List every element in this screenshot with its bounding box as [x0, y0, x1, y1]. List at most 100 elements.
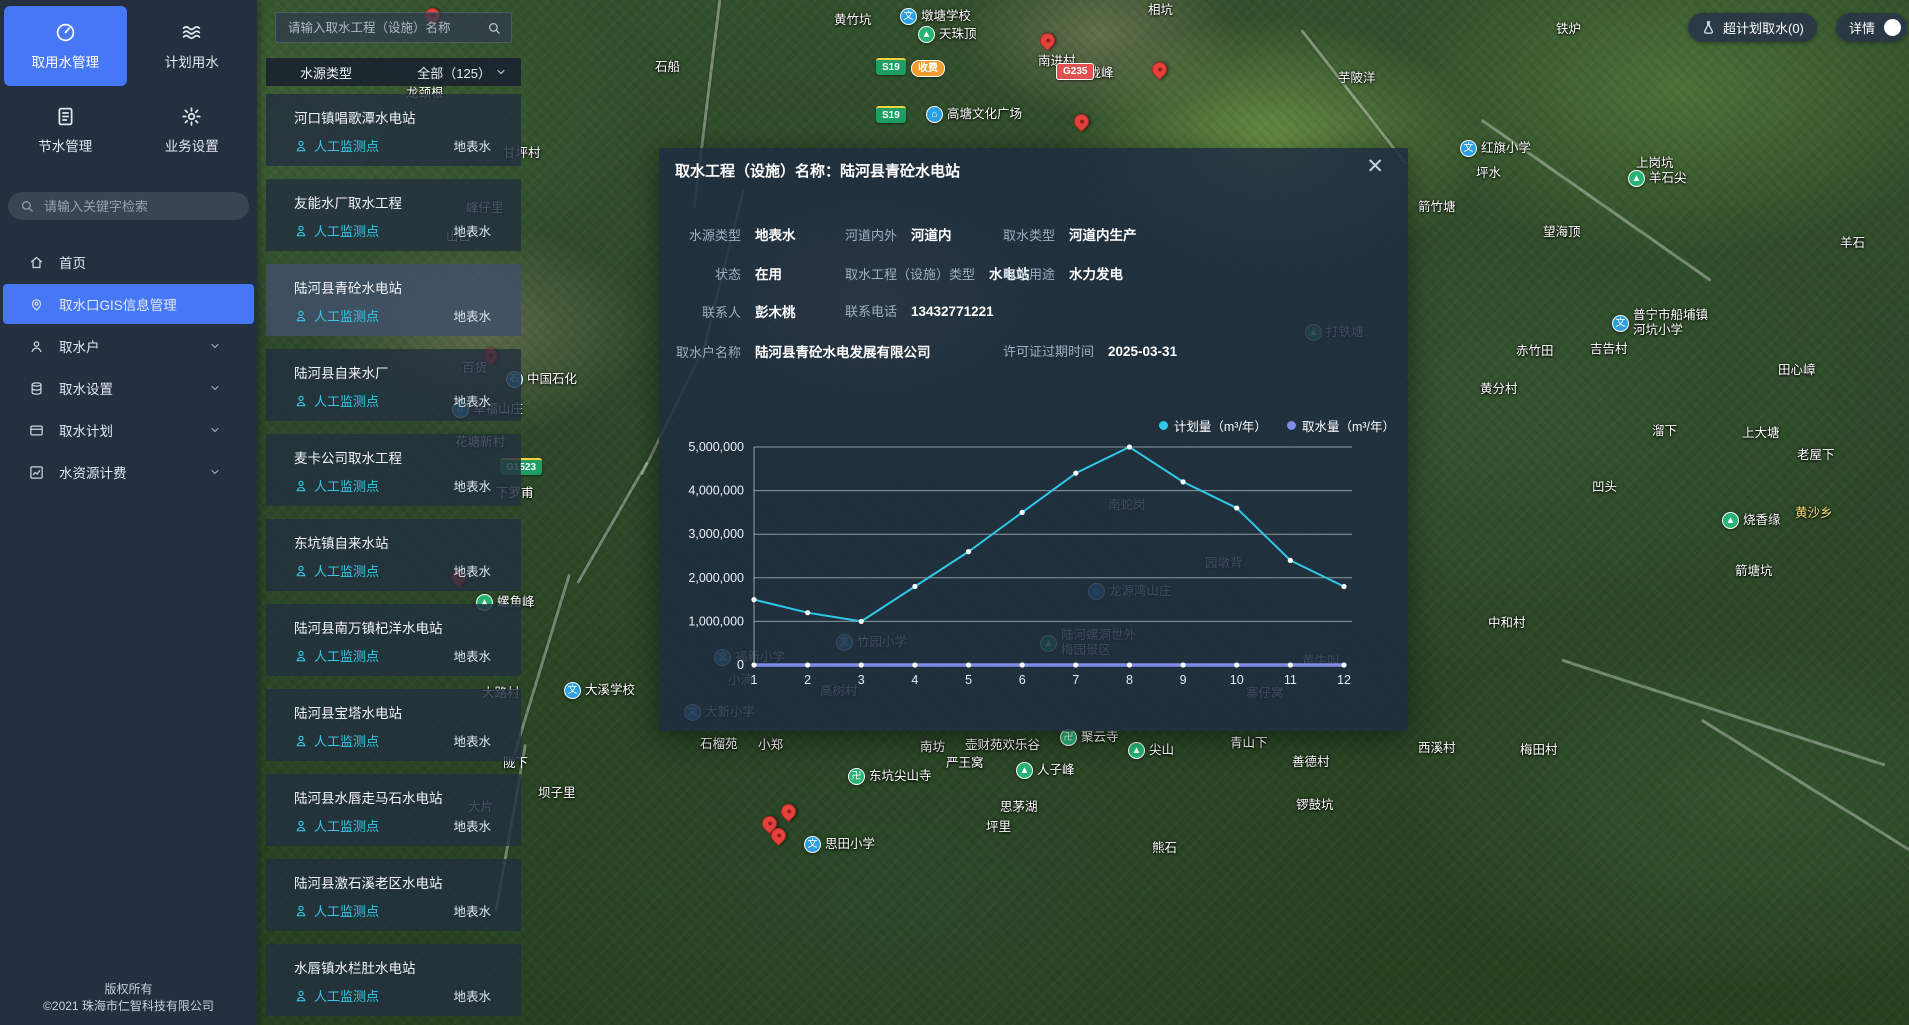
list-item[interactable]: 河口镇唱歌潭水电站 人工监测点 地表水: [266, 94, 521, 166]
map-label: 中和村: [1488, 616, 1526, 631]
chevron-down-icon: [495, 66, 507, 78]
list-item[interactable]: 陆河县南万镇杞洋水电站 人工监测点 地表水: [266, 604, 521, 676]
poi-blue-icon: 文: [1612, 315, 1629, 332]
field-pair: 水源类型 地表水: [659, 224, 796, 244]
map-label-text: 小郑: [758, 738, 783, 753]
list-item[interactable]: 友能水厂取水工程 人工监测点 地表水: [266, 179, 521, 251]
map-label-text: 严王窝: [946, 756, 984, 771]
module-gauge[interactable]: 取用水管理: [4, 6, 127, 86]
card-icon: [29, 423, 44, 438]
svg-text:8: 8: [1126, 673, 1133, 687]
map-label: 凹头: [1592, 480, 1617, 495]
chart-legend: 计划量（m³/年） 取水量（m³/年）: [1159, 416, 1395, 435]
sidebar-item-label: 取水户: [59, 336, 100, 356]
list-item[interactable]: 东坑镇自来水站 人工监测点 地表水: [266, 519, 521, 591]
module-waves[interactable]: 计划用水: [131, 6, 254, 86]
poi-blue-icon: 文: [900, 8, 917, 25]
list-item[interactable]: 陆河县激石溪老区水电站 人工监测点 地表水: [266, 859, 521, 931]
map-label-text: 黄竹坑: [834, 13, 872, 28]
search-icon[interactable]: [487, 21, 501, 35]
sidebar-search-input[interactable]: [42, 198, 237, 215]
poi-green-icon: ▲: [918, 26, 935, 43]
map-label: 文普宁市船埔镇河坑小学: [1612, 308, 1708, 338]
copyright-line2: ©2021 珠海市仁智科技有限公司: [0, 998, 257, 1015]
map-marker-red-pin[interactable]: [1149, 59, 1170, 80]
toggle-knob[interactable]: [1884, 19, 1901, 36]
filter-value-dropdown[interactable]: 全部（125）: [417, 63, 507, 82]
field-value: 彭木桃: [755, 301, 796, 321]
sidebar-item-label: 取水设置: [59, 378, 113, 398]
module-gear[interactable]: 业务设置: [131, 90, 254, 170]
water-source-type: 地表水: [453, 816, 503, 835]
list-item[interactable]: 陆河县青砼水电站 人工监测点 地表水: [266, 264, 521, 336]
sidebar-search[interactable]: [8, 192, 249, 220]
map-label-text: 坪水: [1476, 166, 1501, 181]
field-label: 取水用途: [1003, 264, 1055, 283]
field-pair: 取水用途 水力发电: [1003, 263, 1123, 283]
field-label: 状态: [659, 264, 741, 283]
sidebar-item-card[interactable]: 取水计划: [3, 410, 254, 450]
svg-text:5,000,000: 5,000,000: [688, 440, 744, 454]
field-pair: 许可证过期时间 2025-03-31: [1003, 341, 1177, 360]
sidebar: 取用水管理 计划用水 节水管理 业务设置 首页 取水口GIS信息管理 取水户 取…: [0, 0, 257, 1025]
over-plan-intake-button[interactable]: 超计划取水(0): [1688, 13, 1817, 42]
map-label-text: 上大塘: [1742, 426, 1780, 441]
map-label-text: 青山下: [1230, 736, 1268, 751]
list-item[interactable]: 陆河县水唇走马石水电站 人工监测点 地表水: [266, 774, 521, 846]
monitor-type: 人工监测点: [314, 306, 379, 325]
sidebar-item-user[interactable]: 取水户: [3, 326, 254, 366]
road-badge: S19: [876, 58, 906, 75]
map-label-text: 墩塘学校: [921, 9, 971, 24]
sidebar-item-db[interactable]: 取水设置: [3, 368, 254, 408]
monitor-type: 人工监测点: [314, 986, 379, 1005]
water-source-type: 地表水: [453, 221, 503, 240]
person-icon: [294, 479, 308, 493]
dialog-field-row: 联系人 彭木桃联系电话 13432771221: [659, 301, 1408, 321]
detail-toggle[interactable]: 详情: [1836, 13, 1907, 42]
waves-icon: [181, 22, 202, 43]
map-label: 田心嶂: [1778, 363, 1816, 378]
map-label: ▲尖山: [1128, 742, 1174, 759]
sidebar-item-home[interactable]: 首页: [3, 242, 254, 282]
map-label: 壶财苑欢乐谷: [965, 738, 1040, 753]
field-label: 许可证过期时间: [1003, 341, 1094, 360]
close-icon[interactable]: ✕: [1366, 156, 1384, 177]
sidebar-item-pin[interactable]: 取水口GIS信息管理: [3, 284, 254, 324]
station-name: 陆河县南万镇杞洋水电站: [294, 617, 503, 637]
sidebar-item-chart[interactable]: 水资源计费: [3, 452, 254, 492]
station-name: 麦卡公司取水工程: [294, 447, 503, 467]
map-label-text: 西溪村: [1418, 741, 1456, 756]
map-label: ▲羊石尖: [1628, 170, 1687, 187]
list-item[interactable]: 水唇镇水栏肚水电站 人工监测点 地表水: [266, 944, 521, 1016]
road-badge: G235: [1056, 63, 1094, 80]
dialog-field-row: 取水户名称 陆河县青砼水电发展有限公司许可证过期时间 2025-03-31: [659, 341, 1408, 361]
map-label: 溜下: [1652, 424, 1677, 439]
list-item[interactable]: 陆河县宝塔水电站 人工监测点 地表水: [266, 689, 521, 761]
map-marker-red-pin[interactable]: [1037, 30, 1058, 51]
map-label-text: 铁炉: [1556, 22, 1581, 37]
module-doc[interactable]: 节水管理: [4, 90, 127, 170]
field-pair: 联系人 彭木桃: [659, 301, 796, 321]
map-label: 思茅湖: [1000, 800, 1038, 815]
monitor-type: 人工监测点: [314, 136, 379, 155]
list-item[interactable]: 麦卡公司取水工程 人工监测点 地表水: [266, 434, 521, 506]
water-source-type: 地表水: [453, 646, 503, 665]
svg-text:5: 5: [965, 673, 972, 687]
over-plan-intake-label: 超计划取水(0): [1723, 18, 1804, 37]
person-icon: [294, 309, 308, 323]
station-search-input[interactable]: [286, 20, 479, 36]
dialog-field-row: 水源类型 地表水河道内外 河道内取水类型 河道内生产: [659, 224, 1408, 244]
filter-label: 水源类型: [300, 63, 352, 82]
list-item[interactable]: 陆河县自来水厂 人工监测点 地表水: [266, 349, 521, 421]
svg-text:3: 3: [858, 673, 865, 687]
station-search[interactable]: [275, 12, 512, 43]
legend-intake-dot: [1287, 421, 1296, 430]
map-marker-red-pin[interactable]: [1071, 111, 1092, 132]
map-marker-red-pin[interactable]: [778, 801, 799, 822]
map-label-text: 熊石: [1152, 841, 1177, 856]
map-label-text: 溜下: [1652, 424, 1677, 439]
map-label: 文墩塘学校: [900, 8, 971, 25]
field-pair: 河道内外 河道内: [845, 224, 952, 244]
person-icon: [294, 989, 308, 1003]
source-type-filter[interactable]: 水源类型 全部（125）: [266, 58, 521, 86]
